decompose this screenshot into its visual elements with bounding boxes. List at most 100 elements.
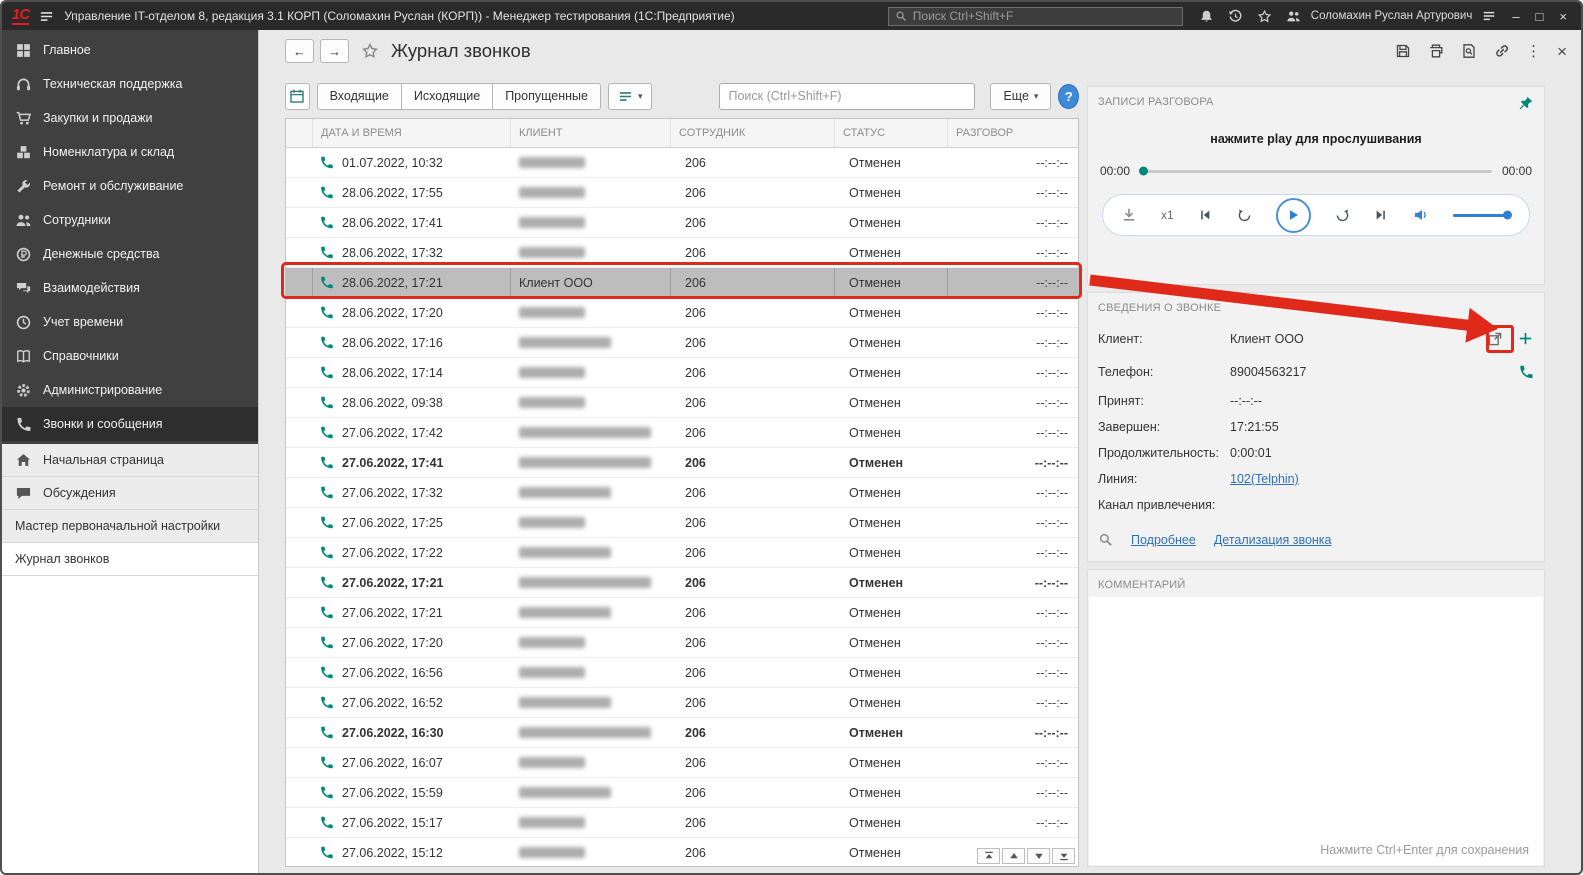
call-row[interactable]: 27.06.2022, 15:17 206 Отменен --:--:-- <box>286 808 1078 838</box>
download-record-icon[interactable] <box>1121 207 1137 223</box>
sidebar-item[interactable]: Начальная страница <box>2 444 258 477</box>
sidebar-item[interactable]: Сотрудники <box>2 203 258 237</box>
volume-handle[interactable] <box>1502 210 1512 220</box>
call-row[interactable]: 28.06.2022, 17:55 206 Отменен --:--:-- <box>286 178 1078 208</box>
call-row[interactable]: 27.06.2022, 17:21 206 Отменен --:--:-- <box>286 598 1078 628</box>
call-row[interactable]: 28.06.2022, 17:20 206 Отменен --:--:-- <box>286 298 1078 328</box>
client-value[interactable]: Клиент ООО <box>1230 332 1472 346</box>
call-row[interactable]: 01.07.2022, 10:32 206 Отменен --:--:-- <box>286 148 1078 178</box>
preview-icon[interactable] <box>1460 43 1477 60</box>
forward-icon[interactable] <box>1335 208 1350 223</box>
playback-speed[interactable]: x1 <box>1161 208 1174 222</box>
rewind-icon[interactable] <box>1237 208 1252 223</box>
sidebar-item[interactable]: Взаимодействия <box>2 271 258 305</box>
call-row[interactable]: 28.06.2022, 17:41 206 Отменен --:--:-- <box>286 208 1078 238</box>
sidebar-item[interactable]: Закупки и продажи <box>2 101 258 135</box>
main-menu-icon[interactable] <box>39 9 54 24</box>
list-settings-button[interactable]: ▾ <box>607 82 653 110</box>
open-client-icon[interactable] <box>1486 330 1503 347</box>
sidebar-item[interactable]: Денежные средства <box>2 237 258 271</box>
call-row[interactable]: 27.06.2022, 16:52 206 Отменен --:--:-- <box>286 688 1078 718</box>
volume-icon[interactable] <box>1413 207 1429 223</box>
col-employee[interactable]: СОТРУДНИК <box>671 119 835 147</box>
users-icon[interactable] <box>1286 9 1301 24</box>
print-icon[interactable] <box>1427 43 1444 60</box>
close-window-button[interactable]: × <box>1559 9 1567 24</box>
notifications-icon[interactable] <box>1199 9 1214 24</box>
sidebar-item[interactable]: Справочники <box>2 339 258 373</box>
sidebar-item[interactable]: Техническая поддержка <box>2 67 258 101</box>
call-datetime: 28.06.2022, 09:38 <box>342 395 443 410</box>
sidebar-item[interactable]: Звонки и сообщения <box>2 407 258 441</box>
scroll-first-button[interactable] <box>977 848 1000 864</box>
call-row[interactable]: 28.06.2022, 17:32 206 Отменен --:--:-- <box>286 238 1078 268</box>
call-row[interactable]: 27.06.2022, 16:07 206 Отменен --:--:-- <box>286 748 1078 778</box>
sidebar-item[interactable]: Главное <box>2 33 258 67</box>
pin-icon[interactable] <box>1517 95 1534 112</box>
details-more-link[interactable]: Подробнее <box>1131 533 1196 547</box>
sidebar-item[interactable]: Номенклатура и склад <box>2 135 258 169</box>
call-row[interactable]: 27.06.2022, 16:56 206 Отменен --:--:-- <box>286 658 1078 688</box>
call-row[interactable]: 28.06.2022, 17:16 206 Отменен --:--:-- <box>286 328 1078 358</box>
filter-missed-button[interactable]: Пропущенные <box>492 82 601 110</box>
current-user[interactable]: Соломахин Руслан Артурович <box>1311 10 1473 22</box>
sidebar-item[interactable]: Учет времени <box>2 305 258 339</box>
sidebar-item[interactable]: Ремонт и обслуживание <box>2 169 258 203</box>
add-client-icon[interactable] <box>1517 330 1534 347</box>
call-row[interactable]: 28.06.2022, 17:21 Клиент ООО 206 Отменен… <box>286 268 1078 298</box>
call-detail-link[interactable]: Детализация звонка <box>1214 533 1332 547</box>
col-status[interactable]: СТАТУС <box>835 119 948 147</box>
call-row[interactable]: 27.06.2022, 15:12 206 Отменен --:--:-- <box>286 838 1078 866</box>
get-link-icon[interactable] <box>1493 43 1510 60</box>
scroll-up-button[interactable] <box>1002 848 1025 864</box>
seek-handle[interactable] <box>1139 166 1149 176</box>
call-row[interactable]: 28.06.2022, 09:38 206 Отменен --:--:-- <box>286 388 1078 418</box>
scroll-down-button[interactable] <box>1027 848 1050 864</box>
back-button[interactable]: ← <box>285 39 314 63</box>
call-phone-icon[interactable] <box>1517 363 1534 380</box>
col-client[interactable]: КЛИЕНТ <box>511 119 671 147</box>
global-search[interactable]: Поиск Ctrl+Shift+F <box>887 6 1183 26</box>
phone-value[interactable]: 89004563217 <box>1230 365 1503 379</box>
history-icon[interactable] <box>1228 9 1243 24</box>
scroll-last-button[interactable] <box>1052 848 1075 864</box>
more-menu-icon[interactable]: ⋮ <box>1526 44 1541 59</box>
more-button[interactable]: Еще ▾ <box>990 82 1052 110</box>
col-datetime[interactable]: ДАТА И ВРЕМЯ <box>313 119 511 147</box>
call-row[interactable]: 27.06.2022, 17:20 206 Отменен --:--:-- <box>286 628 1078 658</box>
volume-slider[interactable] <box>1452 210 1512 220</box>
seek-slider[interactable] <box>1139 166 1492 176</box>
favorites-star-icon[interactable] <box>1257 9 1272 24</box>
forward-button[interactable]: → <box>320 39 349 63</box>
call-row[interactable]: 28.06.2022, 17:14 206 Отменен --:--:-- <box>286 358 1078 388</box>
help-button[interactable]: ? <box>1058 83 1079 109</box>
comment-input[interactable]: Нажмите Ctrl+Enter для сохранения <box>1089 597 1543 865</box>
service-menu-icon[interactable] <box>1482 9 1496 23</box>
col-talk[interactable]: РАЗГОВОР <box>948 119 1078 147</box>
sidebar-item[interactable]: Обсуждения <box>2 477 258 510</box>
sidebar-item[interactable]: Мастер первоначальной настройки <box>2 510 258 543</box>
call-row[interactable]: 27.06.2022, 17:41 206 Отменен --:--:-- <box>286 448 1078 478</box>
sidebar-item[interactable]: Администрирование <box>2 373 258 407</box>
play-button[interactable] <box>1275 197 1311 233</box>
call-row[interactable]: 27.06.2022, 17:22 206 Отменен --:--:-- <box>286 538 1078 568</box>
list-search-input[interactable] <box>719 82 976 110</box>
skip-prev-icon[interactable] <box>1198 208 1213 223</box>
call-row[interactable]: 27.06.2022, 17:21 206 Отменен --:--:-- <box>286 568 1078 598</box>
call-row[interactable]: 27.06.2022, 15:59 206 Отменен --:--:-- <box>286 778 1078 808</box>
favorite-star-icon[interactable] <box>361 42 379 60</box>
call-row[interactable]: 27.06.2022, 17:42 206 Отменен --:--:-- <box>286 418 1078 448</box>
call-row[interactable]: 27.06.2022, 17:32 206 Отменен --:--:-- <box>286 478 1078 508</box>
call-row[interactable]: 27.06.2022, 17:25 206 Отменен --:--:-- <box>286 508 1078 538</box>
maximize-button[interactable]: □ <box>1536 9 1544 24</box>
calendar-filter-button[interactable] <box>285 82 310 110</box>
skip-next-icon[interactable] <box>1374 208 1389 223</box>
sidebar-item[interactable]: Журнал звонков <box>2 543 258 576</box>
save-icon[interactable] <box>1394 43 1411 60</box>
line-link[interactable]: 102(Telphin) <box>1230 472 1534 486</box>
minimize-button[interactable]: – <box>1512 9 1519 24</box>
call-row[interactable]: 27.06.2022, 16:30 206 Отменен --:--:-- <box>286 718 1078 748</box>
filter-incoming-button[interactable]: Входящие <box>316 82 402 110</box>
close-form-icon[interactable]: × <box>1557 43 1567 60</box>
filter-outgoing-button[interactable]: Исходящие <box>400 82 494 110</box>
